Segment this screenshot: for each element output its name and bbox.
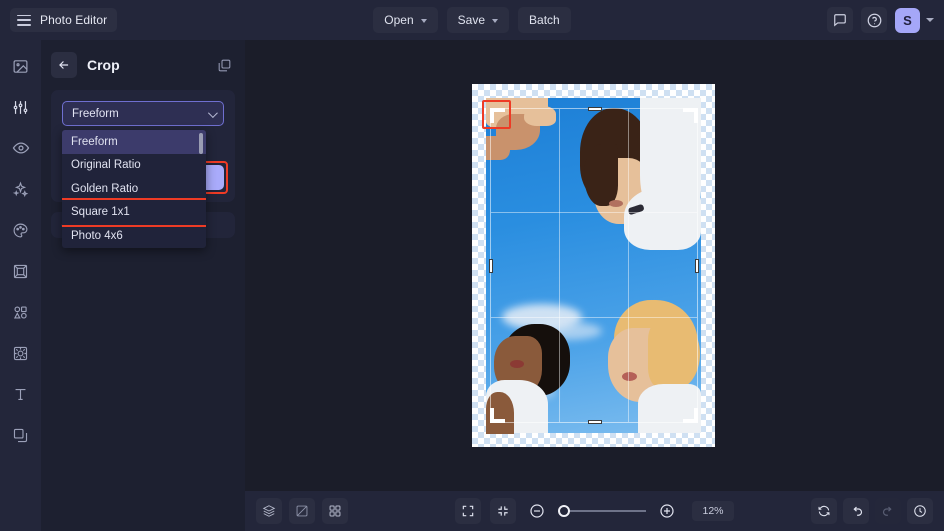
undo-icon [852,506,862,516]
dropdown-option-golden-ratio[interactable]: Golden Ratio [62,177,206,201]
hamburger-icon [17,14,31,26]
zoom-slider[interactable] [558,504,646,518]
dropdown-scrollbar[interactable] [199,133,203,154]
image-icon [13,59,28,73]
aspect-ratio-dropdown[interactable]: Freeform Original Ratio Golden Ratio Squ… [62,130,206,248]
sidebar-item-effects[interactable] [7,175,35,203]
photo-editor-app: Photo Editor Open Save Batch S Crop Free… [0,0,944,531]
duplicate-button[interactable] [213,54,235,76]
sidebar-item-focus[interactable] [7,339,35,367]
zoom-in-icon [660,504,674,518]
photo-image [472,84,715,447]
sidebar-item-crop[interactable] [7,257,35,285]
dropdown-option-photo-4x6[interactable]: Photo 4x6 [62,224,206,248]
grid-view-icon [329,505,341,517]
focus-frame-icon [13,346,28,360]
question-circle-icon [867,13,881,27]
compare-button[interactable] [289,498,315,524]
crop-settings-card: Freeform Lock Aspect Ratio Cancel Apply … [51,90,235,248]
open-label: Open [384,13,414,27]
bottom-toolbar-left [256,498,348,524]
history-icon [914,505,926,517]
dropdown-option-square-1x1[interactable]: Square 1x1 [62,201,206,225]
dropdown-option-freeform[interactable]: Freeform [62,130,206,154]
top-toolbar-center: Open Save Batch [0,0,944,40]
photo-document[interactable] [472,84,715,447]
arrow-left-icon [59,61,69,69]
shrink-to-fit-button[interactable] [490,498,516,524]
reset-icon [818,505,830,517]
sidebar-item-retouch[interactable] [7,134,35,162]
zoom-out-button[interactable] [525,499,549,523]
account-chevron-down-icon[interactable] [926,18,934,22]
reset-button[interactable] [811,498,837,524]
sidebar-item-shapes[interactable] [7,298,35,326]
layers-button[interactable] [256,498,282,524]
text-icon [15,388,26,400]
chevron-down-icon [207,108,218,119]
zoom-out-icon [530,504,544,518]
shapes-icon [13,305,27,319]
aspect-ratio-select-value: Freeform [72,107,119,120]
compare-split-icon [296,505,308,517]
bottom-toolbar-right [811,498,933,524]
save-label: Save [457,13,486,27]
sidebar-item-adjust[interactable] [7,93,35,121]
redo-button[interactable] [875,498,901,524]
bottom-toolbar: 12% [245,491,944,531]
zoom-slider-track [565,510,646,512]
zoom-level-value[interactable]: 12% [692,501,734,521]
sparkles-icon [12,180,29,197]
sidebar-item-image[interactable] [7,52,35,80]
layers-stack-icon [13,428,28,442]
dropdown-option-square-wrapper: Square 1x1 [62,197,206,227]
crop-frame-icon [13,264,28,278]
app-menu-button[interactable]: Photo Editor [10,8,118,32]
sidebar-item-text[interactable] [7,380,35,408]
layers-stack-icon [262,505,276,517]
dropdown-option-original-ratio[interactable]: Original Ratio [62,154,206,178]
top-toolbar: Photo Editor Open Save Batch S [0,0,944,40]
fit-screen-button[interactable] [455,498,481,524]
grid-view-button[interactable] [322,498,348,524]
help-button[interactable] [861,7,887,33]
shrink-to-fit-icon [498,506,508,516]
aspect-ratio-select[interactable]: Freeform [62,101,224,126]
panel-header: Crop [51,50,235,80]
eye-icon [12,142,29,154]
avatar[interactable]: S [895,7,920,33]
crop-handle-top-left-highlight [482,100,511,129]
crop-panel: Crop Freeform Lock Aspect Ratio Cancel [41,40,245,531]
page-title: Crop [87,57,120,73]
duplicate-icon [218,59,230,71]
chevron-down-icon [492,18,499,23]
batch-button[interactable]: Batch [518,7,571,33]
zoom-in-button[interactable] [655,499,679,523]
comment-icon [834,14,846,27]
zoom-slider-handle[interactable] [558,505,570,517]
history-button[interactable] [907,498,933,524]
sidebar-item-color[interactable] [7,216,35,244]
sidebar-item-layers[interactable] [7,421,35,449]
undo-button[interactable] [843,498,869,524]
app-title: Photo Editor [40,13,108,27]
back-button[interactable] [51,52,77,78]
open-button[interactable]: Open [373,7,438,33]
batch-label: Batch [529,13,560,27]
tool-sidebar [0,40,41,531]
top-toolbar-right: S [827,0,934,40]
adjust-sliders-icon [13,100,28,114]
canvas-area[interactable] [245,40,944,491]
chevron-down-icon [420,18,427,23]
palette-icon [13,223,28,237]
fit-screen-icon [462,505,474,517]
save-button[interactable]: Save [446,7,510,33]
redo-icon [882,506,892,516]
feedback-button[interactable] [827,7,853,33]
